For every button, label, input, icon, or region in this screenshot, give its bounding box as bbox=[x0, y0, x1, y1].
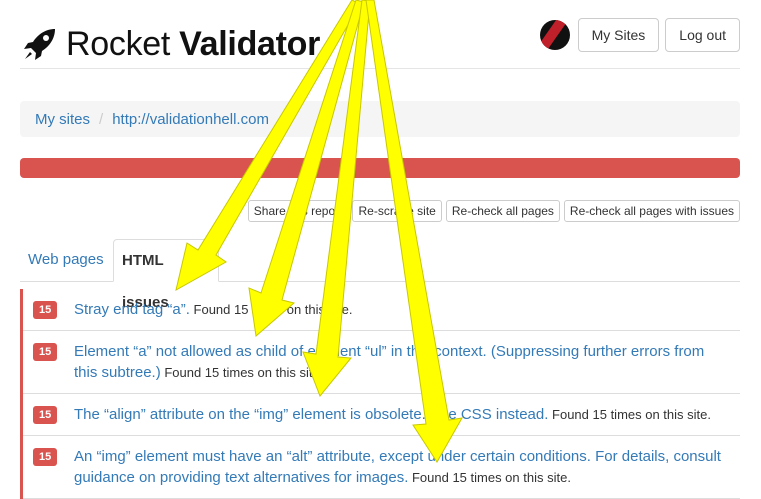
count-badge: 15 bbox=[33, 406, 58, 424]
my-sites-button[interactable]: My Sites bbox=[577, 18, 660, 52]
recheck-issues-button[interactable]: Re-check all pages with issues bbox=[563, 200, 740, 222]
issue-link[interactable]: The “align” attribute on the “img” eleme… bbox=[74, 406, 548, 423]
issue-count-text: Found 15 times on this site. bbox=[408, 470, 571, 485]
issue-list: 15 Stray end tag “a”. Found 15 times on … bbox=[20, 289, 740, 499]
progress-fill bbox=[20, 158, 740, 178]
user-avatar[interactable] bbox=[539, 20, 570, 50]
issue-link[interactable]: Stray end tag “a”. bbox=[74, 301, 190, 318]
brand-name: Rocket Validator bbox=[66, 24, 321, 63]
tab-html-issues[interactable]: HTML issues bbox=[113, 239, 219, 311]
progress-bar bbox=[20, 158, 740, 178]
issue-count-text: Found 15 times on this site. bbox=[160, 365, 324, 380]
count-badge: 15 bbox=[33, 343, 58, 361]
issue-count-text: Found 15 times on this site. bbox=[189, 302, 353, 317]
count-badge: 15 bbox=[33, 448, 58, 466]
breadcrumb-separator: / bbox=[99, 110, 104, 128]
breadcrumb: My sites / http://validationhell.com bbox=[20, 101, 740, 137]
breadcrumb-site-url[interactable]: http://validationhell.com bbox=[112, 111, 269, 128]
logo[interactable]: Rocket Validator bbox=[22, 22, 320, 66]
breadcrumb-my-sites[interactable]: My sites bbox=[35, 111, 90, 128]
list-item: 15 Element “a” not allowed as child of e… bbox=[23, 331, 740, 394]
logout-button[interactable]: Log out bbox=[665, 18, 740, 52]
issue-link[interactable]: An “img” element must have an “alt” attr… bbox=[74, 448, 721, 486]
list-item: 15 An “img” element must have an “alt” a… bbox=[23, 436, 740, 499]
tab-web-pages[interactable]: Web pages bbox=[20, 239, 112, 281]
issue-count-text: Found 15 times on this site. bbox=[548, 407, 711, 422]
list-item: 15 Stray end tag “a”. Found 15 times on … bbox=[23, 289, 740, 331]
rescrape-site-button[interactable]: Re-scrape site bbox=[352, 200, 442, 222]
count-badge: 15 bbox=[33, 301, 58, 319]
share-report-button[interactable]: Share this report bbox=[247, 200, 349, 222]
list-item: 15 The “align” attribute on the “img” el… bbox=[23, 394, 740, 436]
rocket-icon bbox=[24, 29, 55, 60]
recheck-all-button[interactable]: Re-check all pages bbox=[445, 200, 560, 222]
header-divider bbox=[20, 68, 740, 69]
tabs: Web pages HTML issues bbox=[20, 239, 740, 311]
